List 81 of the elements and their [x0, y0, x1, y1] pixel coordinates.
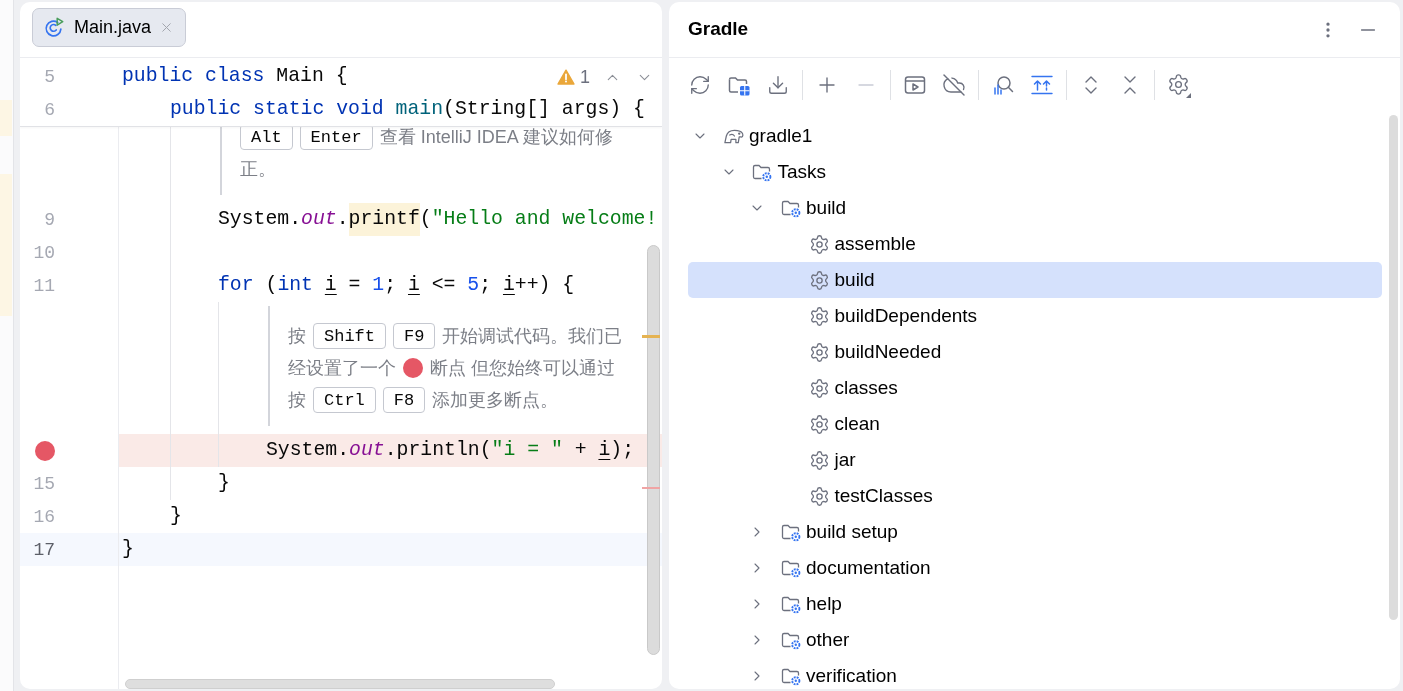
tree-item[interactable]: Tasks	[688, 154, 1382, 190]
hint-text: 按	[288, 324, 306, 348]
line-number: 17	[33, 540, 55, 559]
shortcut-key: Ctrl	[313, 387, 376, 413]
editor-tab[interactable]: Main.java	[32, 8, 187, 47]
tree-item[interactable]: assemble	[688, 226, 1382, 262]
breakpoint-icon	[403, 358, 423, 378]
tree-item[interactable]: clean	[688, 406, 1382, 442]
up-arrows-icon[interactable]	[1030, 73, 1054, 97]
folder-gear-icon	[780, 666, 801, 686]
gear-icon	[808, 377, 830, 399]
tree-item[interactable]: gradle1	[688, 118, 1382, 154]
tree-item[interactable]: build	[688, 262, 1382, 298]
tree-item[interactable]: testClasses	[688, 478, 1382, 514]
elephant-icon	[723, 127, 744, 145]
gear-icon	[808, 269, 830, 291]
tree-item[interactable]: documentation	[688, 550, 1382, 586]
shortcut-key: Shift	[313, 323, 386, 349]
warning-count[interactable]: 1	[580, 68, 590, 86]
stripe-marker-icon[interactable]	[642, 335, 660, 338]
code-line: System.out.println("i = " + i);	[266, 438, 635, 463]
code-line: }	[218, 471, 230, 496]
magnifier-chart-icon[interactable]	[991, 73, 1015, 97]
hint-text: 经设置了一个	[288, 356, 396, 380]
tree-item[interactable]: build	[688, 190, 1382, 226]
refresh-icon[interactable]	[689, 74, 711, 96]
hint-text: 添加更多断点。	[432, 388, 559, 412]
cloud-off-icon[interactable]	[942, 73, 966, 97]
tree-item[interactable]: verification	[688, 658, 1382, 689]
line-number: 11	[33, 276, 55, 295]
shortcut-key: F9	[393, 323, 436, 349]
gear-icon	[808, 305, 830, 327]
hint-text: 按	[288, 388, 306, 412]
code-line: public class Main {	[122, 64, 348, 89]
horizontal-scrollbar[interactable]	[125, 679, 555, 689]
shortcut-key: F8	[382, 387, 426, 413]
hint-text: 断点 但您始终可以通过	[430, 356, 615, 380]
code-line: System.out.printf("Hello and welcome!	[218, 203, 658, 236]
folder-gear-icon	[780, 198, 801, 218]
code-line: }	[170, 504, 182, 529]
gear-icon	[808, 341, 830, 363]
hint-text: 开始调试代码。我们已	[442, 324, 623, 348]
vertical-scrollbar[interactable]	[1389, 115, 1398, 620]
line-number: 6	[44, 100, 55, 119]
tree-item[interactable]: buildNeeded	[688, 334, 1382, 370]
line-number: 10	[33, 243, 55, 262]
tree-item[interactable]: classes	[688, 370, 1382, 406]
play-window-icon[interactable]	[903, 73, 927, 97]
code-line: public static void main(String[] args) {	[170, 97, 645, 122]
tree-item[interactable]: build setup	[688, 514, 1382, 550]
code-line: for (int i = 1; i <= 5; i++) {	[218, 273, 575, 298]
panel-title: Gradle	[688, 17, 749, 42]
line-number: 15	[33, 474, 55, 493]
tree-item[interactable]: buildDependents	[688, 298, 1382, 334]
folder-gear-icon	[752, 162, 772, 182]
line-number: 9	[44, 210, 55, 229]
hint-text: 正。	[240, 157, 276, 181]
folder-gear-icon	[780, 558, 801, 578]
stripe-marker-icon[interactable]	[642, 487, 660, 489]
tree-item[interactable]: help	[688, 586, 1382, 622]
gear-icon	[808, 413, 830, 435]
folder-gear-icon	[780, 522, 801, 542]
shortcut-key: Alt	[240, 127, 293, 150]
folder-gear-icon	[780, 630, 801, 650]
line-highlight	[0, 100, 12, 136]
vertical-scrollbar[interactable]	[647, 245, 660, 655]
tree-item[interactable]: jar	[688, 442, 1382, 478]
line-number: 16	[33, 507, 55, 526]
gear-icon	[808, 233, 830, 255]
settings-icon[interactable]	[1167, 72, 1191, 98]
code-line: }	[122, 537, 134, 562]
shortcut-key: Enter	[299, 127, 373, 150]
java-class-icon	[43, 17, 64, 38]
hint-text: 查看 IntelliJ IDEA 建议如何修	[379, 127, 613, 149]
folder-gear-icon	[780, 594, 801, 614]
gear-icon	[808, 485, 830, 507]
tree-item[interactable]: other	[688, 622, 1382, 658]
breakpoint-icon[interactable]	[35, 440, 55, 461]
download-icon[interactable]	[767, 74, 789, 96]
line-number: 5	[44, 67, 55, 86]
gear-icon	[808, 449, 830, 471]
